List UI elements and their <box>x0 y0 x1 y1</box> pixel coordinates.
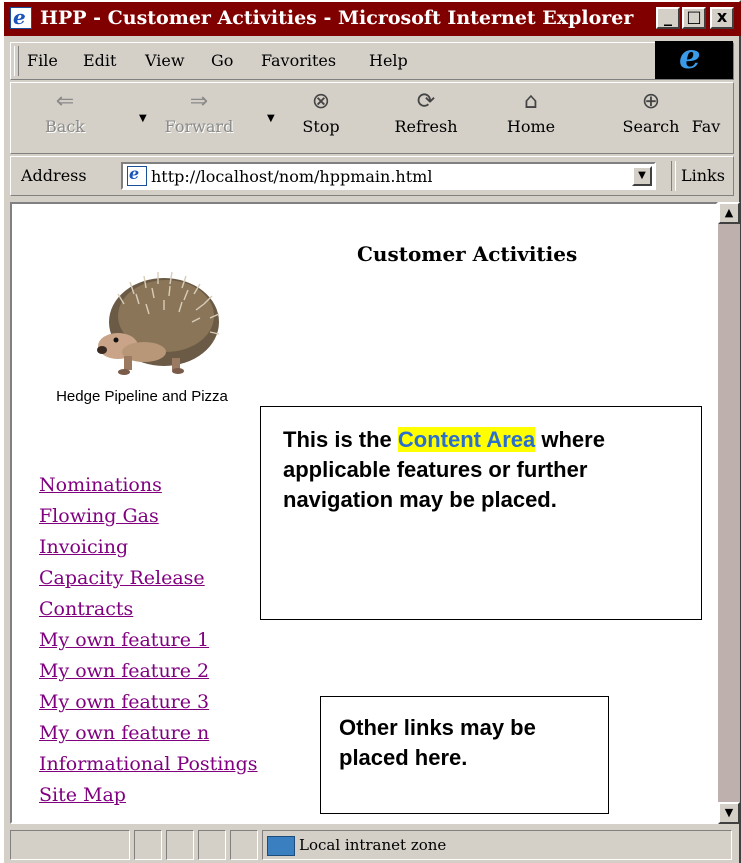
stop-button[interactable]: ⊗ Stop <box>281 87 361 136</box>
window-title: HPP - Customer Activities - Microsoft In… <box>40 7 634 29</box>
address-url: http://localhost/nom/hppmain.html <box>151 167 433 186</box>
forward-arrow-icon: ⇒ <box>189 89 209 114</box>
favorites-icon <box>681 87 731 117</box>
content-area-callout: This is the Content Area where applicabl… <box>260 406 702 620</box>
nav-link-my-own-feature-n[interactable]: My own feature n <box>39 718 258 749</box>
nav-link-site-map[interactable]: Site Map <box>39 780 258 811</box>
nav-link-nominations[interactable]: Nominations <box>39 470 258 501</box>
refresh-button[interactable]: ⟳ Refresh <box>386 87 466 136</box>
scroll-up-button[interactable]: ▲ <box>718 202 740 224</box>
ie-app-icon[interactable]: e <box>10 5 32 29</box>
nav-link-informational-postings[interactable]: Informational Postings <box>39 749 258 780</box>
page-icon: e <box>127 164 147 186</box>
menu-go[interactable]: Go <box>211 51 233 70</box>
company-name: Hedge Pipeline and Pizza <box>56 388 228 405</box>
back-button[interactable]: ⇐ Back <box>25 87 105 136</box>
hedgehog-logo <box>97 271 220 375</box>
maximize-button[interactable]: □ <box>682 7 706 29</box>
standard-toolbar: ⇐ Back ▼ ⇒ Forward ▼ ⊗ Stop ⟳ Refresh ⌂ … <box>10 82 734 154</box>
address-dropdown-button[interactable]: ▼ <box>632 166 652 186</box>
scroll-down-button[interactable]: ▼ <box>718 802 740 824</box>
search-button[interactable]: ⊕ Search <box>611 87 691 136</box>
nav-link-flowing-gas[interactable]: Flowing Gas <box>39 501 258 532</box>
stop-icon: ⊗ <box>311 89 331 114</box>
links-button[interactable]: Links <box>681 166 725 185</box>
status-panel-zone: Local intranet zone <box>262 830 732 860</box>
menu-edit[interactable]: Edit <box>83 51 116 70</box>
search-icon: ⊕ <box>641 89 661 114</box>
status-panel-5 <box>230 830 258 860</box>
page-content: Customer Activities Hedge Pipeline and P… <box>10 202 718 824</box>
menu-view[interactable]: View <box>145 51 185 70</box>
status-bar: Local intranet zone <box>10 828 740 862</box>
status-panel-3 <box>166 830 194 860</box>
title-bar[interactable]: e HPP - Customer Activities - Microsoft … <box>4 2 741 36</box>
address-label: Address <box>21 166 87 185</box>
left-navigation: Nominations Flowing Gas Invoicing Capaci… <box>39 470 258 811</box>
zone-text: Local intranet zone <box>299 836 447 854</box>
callout-prefix: This is the <box>283 427 398 452</box>
home-button[interactable]: ⌂ Home <box>491 87 571 136</box>
favorites-button[interactable]: Fav <box>681 87 731 136</box>
back-dropdown-icon[interactable]: ▼ <box>139 113 147 124</box>
intranet-zone-icon <box>267 836 295 856</box>
close-button[interactable]: x <box>710 7 734 29</box>
menu-grip[interactable] <box>14 46 19 76</box>
address-input[interactable]: e http://localhost/nom/hppmain.html ▼ <box>121 162 656 190</box>
nav-link-my-own-feature-3[interactable]: My own feature 3 <box>39 687 258 718</box>
menu-file[interactable]: File <box>27 51 58 70</box>
content-area-highlight: Content Area <box>397 427 536 452</box>
minimize-button[interactable]: _ <box>656 7 680 29</box>
status-panel-4 <box>198 830 226 860</box>
links-separator <box>671 161 676 191</box>
page-title: Customer Activities <box>357 242 578 266</box>
nav-link-my-own-feature-2[interactable]: My own feature 2 <box>39 656 258 687</box>
menu-favorites[interactable]: Favorites <box>261 51 336 70</box>
browser-window: e HPP - Customer Activities - Microsoft … <box>0 0 741 863</box>
nav-link-my-own-feature-1[interactable]: My own feature 1 <box>39 625 258 656</box>
forward-dropdown-icon[interactable]: ▼ <box>267 113 275 124</box>
address-bar: Address e http://localhost/nom/hppmain.h… <box>10 156 734 196</box>
nav-link-invoicing[interactable]: Invoicing <box>39 532 258 563</box>
nav-link-capacity-release[interactable]: Capacity Release <box>39 563 258 594</box>
refresh-icon: ⟳ <box>416 89 436 114</box>
menu-help[interactable]: Help <box>369 51 408 70</box>
menu-bar: File Edit View Go Favorites Help e <box>10 37 734 80</box>
home-icon: ⌂ <box>524 89 538 114</box>
other-links-callout: Other links may be placed here. <box>320 696 609 814</box>
status-panel-main <box>10 830 130 860</box>
nav-link-contracts[interactable]: Contracts <box>39 594 258 625</box>
back-arrow-icon: ⇐ <box>55 89 75 114</box>
vertical-scrollbar[interactable]: ▲ ▼ <box>718 202 740 824</box>
status-panel-2 <box>134 830 162 860</box>
forward-button[interactable]: ⇒ Forward <box>159 87 239 136</box>
ie-throbber-logo: e <box>655 37 733 79</box>
